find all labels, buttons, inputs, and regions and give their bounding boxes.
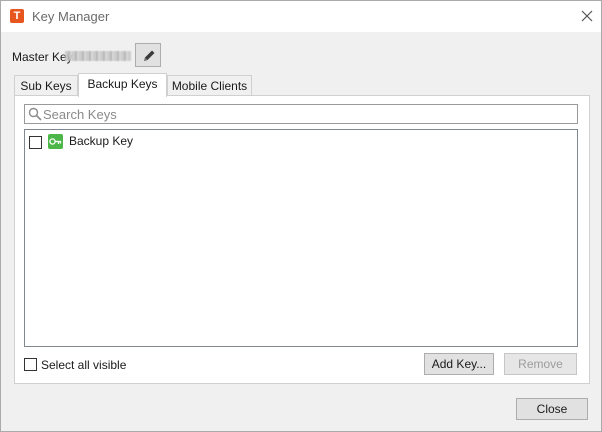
select-all-checkbox[interactable]	[24, 358, 37, 371]
close-icon	[581, 10, 593, 22]
search-box[interactable]	[24, 104, 578, 124]
search-input[interactable]	[43, 106, 573, 122]
item-label: Backup Key	[69, 134, 134, 148]
close-window-button[interactable]	[577, 6, 597, 26]
key-list[interactable]: Backup Key	[24, 129, 578, 347]
title-bar: T Key Manager	[1, 1, 601, 32]
app-logo-icon: T	[10, 9, 24, 23]
select-all-visible[interactable]: Select all visible	[24, 357, 144, 373]
edit-master-key-button[interactable]	[135, 43, 161, 67]
tab-sub-keys[interactable]: Sub Keys	[14, 75, 78, 96]
tab-mobile-clients[interactable]: Mobile Clients	[167, 75, 252, 96]
list-item[interactable]: Backup Key	[25, 132, 577, 152]
key-manager-window: T Key Manager Master Key Sub Keys Backup…	[0, 0, 602, 432]
add-key-button[interactable]: Add Key...	[424, 353, 494, 375]
master-key-label: Master Key	[12, 50, 73, 64]
tab-backup-keys[interactable]: Backup Keys	[78, 73, 167, 97]
master-key-masked-value	[65, 51, 131, 61]
key-icon	[48, 134, 63, 149]
select-all-label: Select all visible	[41, 358, 127, 372]
pencil-icon	[144, 50, 155, 61]
item-checkbox[interactable]	[29, 136, 42, 149]
close-button[interactable]: Close	[516, 398, 588, 420]
window-title: Key Manager	[32, 9, 110, 24]
remove-button[interactable]: Remove	[504, 353, 577, 375]
search-icon	[28, 107, 42, 121]
